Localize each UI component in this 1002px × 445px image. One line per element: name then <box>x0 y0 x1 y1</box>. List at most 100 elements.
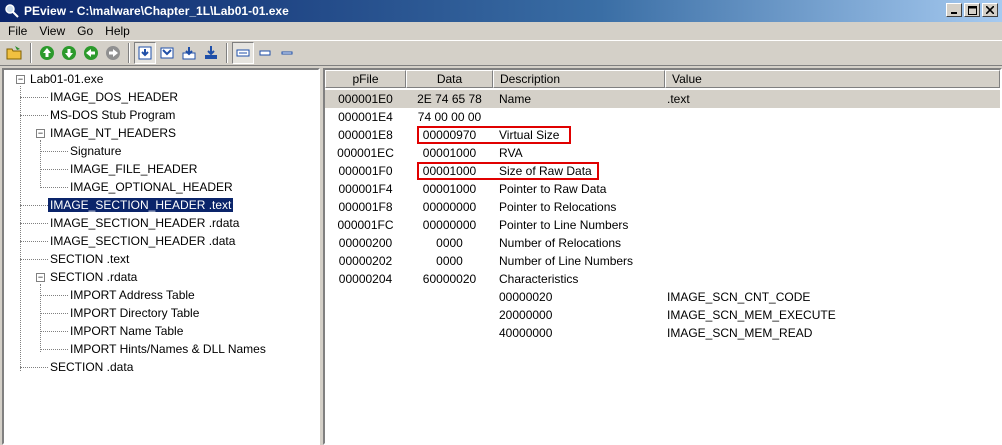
cell-data: 60000020 <box>422 272 477 286</box>
tree-item-label: SECTION .data <box>50 360 134 374</box>
view-details-button[interactable] <box>232 42 254 64</box>
tree-item-label: IMAGE_SECTION_HEADER .rdata <box>50 216 240 230</box>
tree-connector <box>40 140 41 188</box>
cell-value <box>667 270 997 288</box>
cell-data: 2E 74 65 78 <box>417 92 482 106</box>
cell-value <box>667 126 997 144</box>
view-byte-button[interactable] <box>134 42 156 64</box>
close-button[interactable] <box>982 3 998 17</box>
cell-data: 0000 <box>436 236 463 250</box>
tree-item[interactable]: IMAGE_DOS_HEADER <box>48 88 180 106</box>
back-button[interactable] <box>80 42 102 64</box>
detail-list[interactable]: pFile Data Description Value 000001E0 2E … <box>323 68 1002 445</box>
collapse-toggle-root[interactable]: − <box>16 75 25 84</box>
tree-item[interactable]: IMPORT Directory Table <box>68 304 201 322</box>
tree-item[interactable]: IMPORT Address Table <box>68 286 197 304</box>
cell-value <box>667 144 997 162</box>
toolbar-separator <box>226 43 228 63</box>
cell-value: IMAGE_SCN_CNT_CODE <box>667 290 811 304</box>
window-title: PEview - C:\malware\Chapter_1L\Lab01-01.… <box>24 4 289 18</box>
forward-icon <box>106 46 120 60</box>
forward-button[interactable] <box>102 42 124 64</box>
column-header-value[interactable]: Value <box>665 70 1000 88</box>
view-list-icon <box>259 50 271 56</box>
cell-data: 00001000 <box>422 146 477 160</box>
tree-connector <box>20 115 48 116</box>
cell-data: 00001000 <box>422 182 477 196</box>
tree-item-label: IMAGE_FILE_HEADER <box>70 162 198 176</box>
tree-item-label: IMPORT Hints/Names & DLL Names <box>70 342 266 356</box>
view-list-button[interactable] <box>254 42 276 64</box>
tree-item[interactable]: IMPORT Hints/Names & DLL Names <box>68 340 268 358</box>
highlight-box <box>417 162 599 180</box>
window-controls <box>946 3 998 17</box>
view-byte-icon <box>138 46 152 60</box>
tree-connector <box>40 187 68 188</box>
view-qword-icon <box>205 46 217 59</box>
tree-item[interactable]: SECTION .rdata <box>48 268 139 286</box>
tree-item[interactable]: IMAGE_OPTIONAL_HEADER <box>68 178 235 196</box>
collapse-toggle-nt-headers[interactable]: − <box>36 129 45 138</box>
cell-description: Number of Line Numbers <box>499 254 634 268</box>
tree-connector <box>40 169 68 170</box>
cell-pfile: 00000204 <box>338 272 393 286</box>
tree-item-label: Lab01-01.exe <box>30 72 104 86</box>
cell-pfile: 000001F0 <box>338 164 393 178</box>
tree-item-root[interactable]: Lab01-01.exe <box>28 70 105 88</box>
menu-help[interactable]: Help <box>99 24 136 38</box>
tree-item-selected[interactable]: IMAGE_SECTION_HEADER .text <box>46 196 235 214</box>
view-word-button[interactable] <box>156 42 178 64</box>
view-small-icon <box>281 51 293 55</box>
go-down-button[interactable] <box>58 42 80 64</box>
tree-item[interactable]: IMPORT Name Table <box>68 322 185 340</box>
tree-connector <box>40 349 68 350</box>
cell-value <box>667 162 997 180</box>
column-header-data[interactable]: Data <box>406 70 493 88</box>
menu-go[interactable]: Go <box>71 24 99 38</box>
tree-item[interactable]: SECTION .data <box>48 358 135 376</box>
tree-item[interactable]: IMAGE_SECTION_HEADER .data <box>48 232 237 250</box>
column-header-description[interactable]: Description <box>493 70 665 88</box>
tree-item[interactable]: MS-DOS Stub Program <box>48 106 177 124</box>
tree-item-label: MS-DOS Stub Program <box>50 108 176 122</box>
tree-item-label: IMAGE_SECTION_HEADER .text <box>46 197 235 213</box>
cell-description: Pointer to Raw Data <box>499 182 607 196</box>
cell-value <box>667 108 997 126</box>
tree-item[interactable]: SECTION .text <box>48 250 131 268</box>
tree-item-label: IMPORT Directory Table <box>70 306 200 320</box>
tree-view[interactable]: − − − Lab01-01.exe IMAGE_DOS_HEADER MS-D… <box>2 68 320 445</box>
tree-item-label: IMAGE_NT_HEADERS <box>50 126 177 140</box>
tree-connector <box>40 151 68 152</box>
cell-value: IMAGE_SCN_MEM_EXECUTE <box>667 308 836 322</box>
view-qword-button[interactable] <box>200 42 222 64</box>
tree-connector <box>20 205 48 206</box>
cell-description: 40000000 <box>499 326 553 340</box>
view-word-icon <box>160 47 174 59</box>
view-small-button[interactable] <box>276 42 298 64</box>
tree-item[interactable]: IMAGE_FILE_HEADER <box>68 160 199 178</box>
minimize-button[interactable] <box>946 3 962 17</box>
cell-pfile: 000001F8 <box>338 200 393 214</box>
tree-item[interactable]: IMAGE_SECTION_HEADER .rdata <box>48 214 241 232</box>
view-dword-icon <box>182 47 196 60</box>
open-file-button[interactable] <box>4 42 26 64</box>
cell-pfile <box>325 288 406 306</box>
tree-item-label: SECTION .text <box>50 252 130 266</box>
go-up-button[interactable] <box>36 42 58 64</box>
column-header-pfile[interactable]: pFile <box>325 70 406 88</box>
menu-file[interactable]: File <box>2 24 33 38</box>
cell-data: 74 00 00 00 <box>417 110 482 124</box>
maximize-button[interactable] <box>964 3 980 17</box>
collapse-toggle-section-rdata[interactable]: − <box>36 273 45 282</box>
menu-bar: File View Go Help <box>0 22 1002 40</box>
tree-item[interactable]: Signature <box>68 142 123 160</box>
cell-pfile: 00000200 <box>338 236 393 250</box>
cell-value: IMAGE_SCN_MEM_READ <box>667 326 813 340</box>
cell-description: Number of Relocations <box>499 236 622 250</box>
cell-pfile: 000001E0 <box>338 92 393 106</box>
tree-item-label: SECTION .rdata <box>50 270 138 284</box>
tree-item-label: Signature <box>70 144 122 158</box>
tree-item[interactable]: IMAGE_NT_HEADERS <box>48 124 178 142</box>
view-dword-button[interactable] <box>178 42 200 64</box>
menu-view[interactable]: View <box>33 24 71 38</box>
